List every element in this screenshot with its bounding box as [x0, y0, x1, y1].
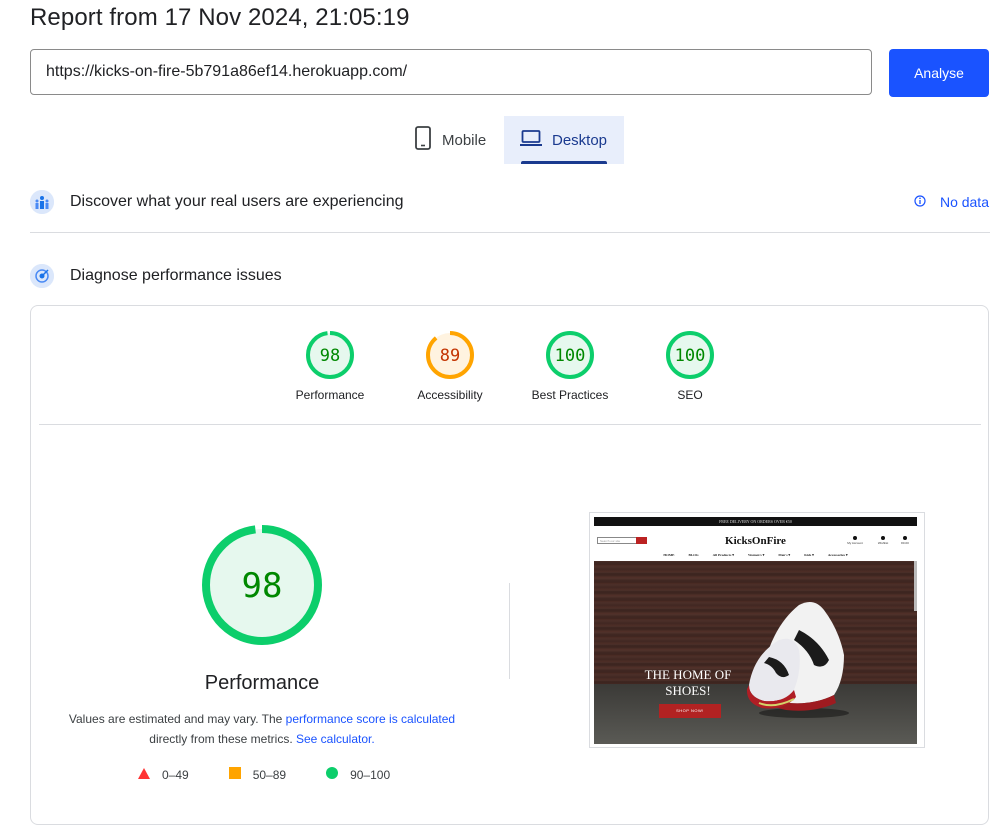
page-thumbnail: FREE DELIVERY ON ORDERS OVER €50 Search …: [594, 517, 917, 744]
circle-icon: [326, 767, 339, 782]
gauge-accessibility[interactable]: 89 Accessibility: [390, 330, 510, 402]
diagnose-title: Diagnose performance issues: [70, 267, 282, 284]
gauge-ring: 100: [666, 331, 714, 379]
thumb-nav-item: Kids ▾: [804, 553, 814, 557]
legend-item-average: 50–89: [228, 767, 287, 782]
gauge-ring: 98: [306, 331, 354, 379]
report-title: Report from 17 Nov 2024, 21:05:19: [30, 4, 410, 31]
thumb-nav-item: All Products ▾: [712, 553, 734, 557]
performance-note: Values are estimated and may vary. The p…: [62, 709, 462, 749]
gauge-label: Performance: [295, 388, 365, 402]
big-gauge-value: 98: [242, 566, 283, 606]
gauge-best-practices[interactable]: 100 Best Practices: [510, 330, 630, 402]
tab-desktop[interactable]: Desktop: [504, 116, 624, 164]
phone-icon: [414, 126, 432, 154]
gauge-value: 100: [675, 346, 706, 366]
tab-selected-indicator: [521, 161, 607, 164]
gauge-performance[interactable]: 98 Performance: [270, 330, 390, 402]
sneaker-image: [746, 601, 849, 718]
gauge-value: 89: [440, 346, 460, 366]
performance-title: Performance: [204, 672, 320, 694]
gauge-ring: 100: [546, 331, 594, 379]
thumb-cart: €0.00: [894, 536, 916, 545]
final-screenshot: FREE DELIVERY ON ORDERS OVER €50 Search …: [589, 512, 925, 748]
thumb-hero: THE HOME OF SHOES! SHOP NOW!: [594, 561, 917, 744]
lighthouse-diagnose-icon: [30, 264, 54, 288]
gauge-label: SEO: [677, 388, 703, 402]
real-users-title: Discover what your real users are experi…: [70, 193, 404, 210]
thumb-nav-item: Men's ▾: [778, 553, 791, 557]
gauge-ring: 89: [426, 331, 474, 379]
note-prefix: Values are estimated and may vary. The: [68, 712, 286, 726]
thumb-announcement: FREE DELIVERY ON ORDERS OVER €50: [594, 517, 917, 526]
thumb-shop-button: SHOP NOW!: [659, 704, 721, 718]
legend-item-poor: 0–49: [138, 767, 189, 782]
crux-users-icon: [30, 190, 54, 214]
gauge-seo[interactable]: 100 SEO: [630, 330, 750, 402]
legend-label: 50–89: [252, 767, 287, 782]
see-calculator-link[interactable]: See calculator.: [296, 732, 375, 746]
legend-label: 90–100: [350, 767, 391, 782]
no-data-link[interactable]: No data: [914, 194, 989, 210]
tab-mobile[interactable]: Mobile: [404, 116, 504, 164]
performance-big-gauge: 98: [201, 524, 323, 651]
thumb-wishlist: Wishlist: [872, 536, 894, 545]
legend-label: 0–49: [162, 767, 189, 782]
section-divider: [30, 232, 990, 233]
thumb-cart-label: €0.00: [901, 541, 909, 545]
thumb-nav: HOME BLOG All Products ▾ Women's ▾ Men's…: [594, 553, 917, 561]
tab-mobile-label: Mobile: [442, 131, 487, 149]
info-icon: [914, 194, 926, 210]
vertical-divider: [509, 583, 510, 679]
thumb-nav-item: HOME: [663, 553, 675, 557]
score-calculated-link[interactable]: performance score is calculated: [286, 712, 455, 726]
thumb-nav-item: Women's ▾: [747, 553, 765, 557]
gauge-value: 100: [555, 346, 586, 366]
url-input[interactable]: [30, 49, 872, 95]
thumb-scrollbar: [914, 561, 917, 611]
card-divider: [39, 424, 981, 425]
gauge-label: Best Practices: [531, 388, 609, 402]
thumb-nav-item: Accessories ▾: [827, 553, 848, 557]
no-data-label: No data: [939, 194, 989, 210]
gauge-value: 98: [320, 346, 340, 366]
thumb-account-label: My Account: [847, 541, 863, 545]
big-gauge-ring: 98: [202, 525, 322, 645]
thumb-account: My Account: [844, 536, 866, 545]
note-middle: directly from these metrics.: [149, 732, 296, 746]
gauge-label: Accessibility: [417, 388, 483, 402]
thumb-header: Search our site KicksOnFire My Account W…: [594, 526, 917, 554]
thumb-logo: KicksOnFire: [725, 535, 786, 547]
analyse-button[interactable]: Analyse: [889, 49, 989, 97]
thumb-nav-item: BLOG: [688, 553, 699, 557]
thumb-hero-text: THE HOME OF SHOES!: [644, 667, 732, 698]
laptop-icon: [520, 129, 542, 151]
square-icon: [228, 767, 241, 782]
tab-desktop-label: Desktop: [552, 131, 608, 149]
triangle-icon: [138, 767, 150, 782]
thumb-wishlist-label: Wishlist: [877, 541, 889, 545]
legend-item-good: 90–100: [326, 767, 390, 782]
score-legend: 0–49 50–89 90–100: [138, 767, 430, 782]
